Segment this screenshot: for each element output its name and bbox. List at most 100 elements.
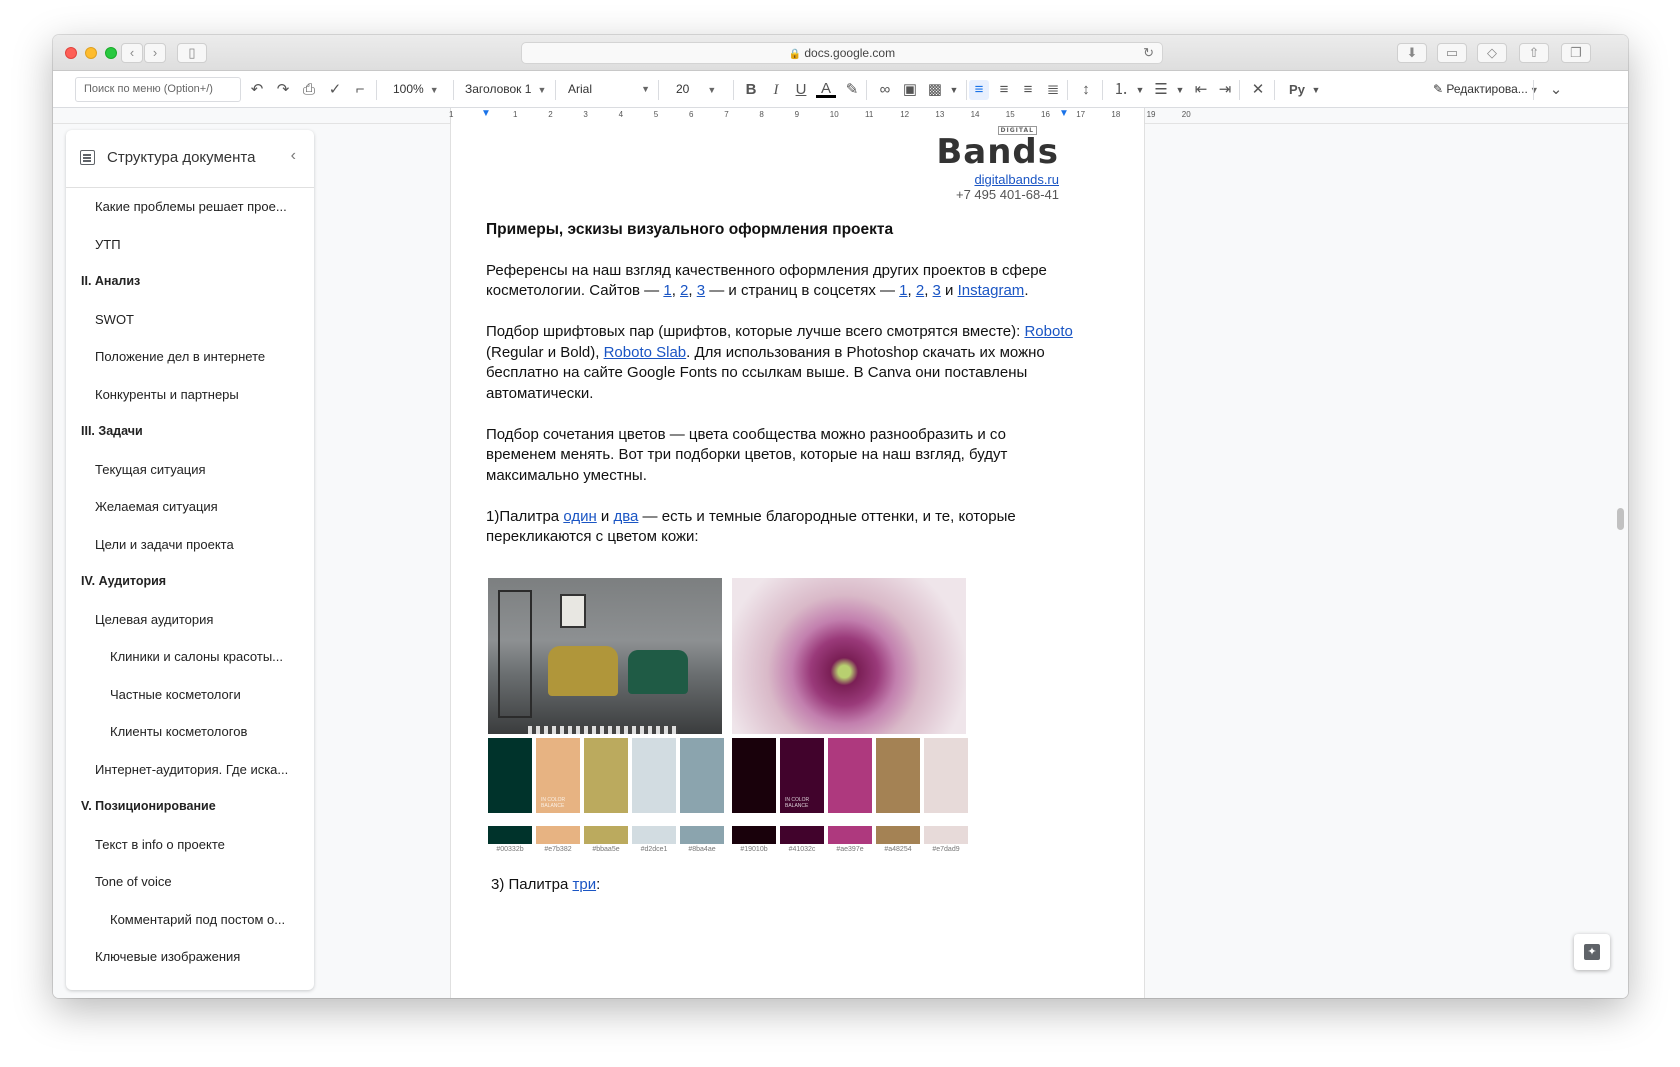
print-icon[interactable]: ⎙ [299, 80, 319, 100]
social-link-1[interactable]: 1 [899, 282, 907, 299]
chevron-left-icon[interactable]: ‹ [291, 147, 296, 165]
outline-item[interactable]: Частные косметологи [66, 676, 314, 714]
outline-item[interactable]: Текущая ситуация [66, 451, 314, 489]
undo-icon[interactable]: ↶ [247, 80, 267, 100]
ruler-number: 18 [1111, 110, 1121, 119]
palette-two-link[interactable]: два [613, 508, 638, 525]
align-left-icon[interactable]: ≡ [969, 80, 989, 100]
reader-icon[interactable]: ▭ [1437, 43, 1467, 63]
color-hex-label: #e7dad9 [932, 846, 960, 853]
zoom-window-button[interactable] [105, 47, 117, 59]
color-chip [924, 826, 968, 844]
outline-item[interactable]: SWOT [66, 301, 314, 339]
shield-icon[interactable]: ◇ [1477, 43, 1507, 63]
outline-item[interactable]: Цели и задачи проекта [66, 526, 314, 564]
align-justify-icon[interactable]: ≣ [1043, 80, 1063, 100]
paint-format-icon[interactable]: ⌐ [350, 80, 370, 100]
forward-button[interactable]: › [144, 43, 166, 63]
style-dropdown[interactable]: Заголовок 1 ▼ [465, 71, 546, 108]
scrollbar-thumb[interactable] [1617, 508, 1624, 530]
text: и [940, 282, 958, 299]
image-icon[interactable]: ▩ [925, 80, 945, 100]
sidebar-toggle-icon[interactable]: ▯ [177, 43, 207, 63]
left-indent-marker-icon[interactable]: ▼ [481, 108, 491, 119]
instagram-link[interactable]: Instagram [958, 282, 1025, 299]
chevron-down-icon[interactable]: ▼ [1130, 80, 1150, 100]
decrease-indent-icon[interactable]: ⇤ [1191, 80, 1211, 100]
link-icon[interactable]: ∞ [875, 80, 895, 100]
roboto-slab-link[interactable]: Roboto Slab [604, 344, 687, 361]
chevron-down-icon[interactable]: ▼ [1306, 80, 1326, 100]
outline-item[interactable]: Какие проблемы решает прое... [66, 188, 314, 226]
color-chip [584, 826, 628, 844]
outline-item[interactable]: Желаемая ситуация [66, 488, 314, 526]
color-hex-label: #8ba4ae [688, 846, 716, 853]
social-link-3[interactable]: 3 [933, 282, 941, 299]
outline-item[interactable]: Интернет-аудитория. Где иска... [66, 751, 314, 789]
minimize-window-button[interactable] [85, 47, 97, 59]
outline-item[interactable]: V. Позиционирование [66, 788, 314, 826]
outline-item[interactable]: Примеры, эскизы визуальн... [66, 976, 314, 991]
font-dropdown[interactable]: Arial ▼ [568, 71, 650, 108]
right-indent-marker-icon[interactable]: ▼ [1059, 108, 1069, 119]
redo-icon[interactable]: ↷ [273, 80, 293, 100]
font-size-dropdown[interactable]: 20 ▼ [676, 71, 716, 108]
underline-icon[interactable]: U [791, 80, 811, 100]
explore-button[interactable]: ✦ [1574, 934, 1610, 970]
menu-search-input[interactable]: Поиск по меню (Option+/) [75, 77, 241, 102]
back-button[interactable]: ‹ [121, 43, 143, 63]
collapse-menus-icon[interactable]: ⌄ [1546, 80, 1566, 100]
document-body[interactable]: Примеры, эскизы визуального оформления п… [486, 220, 1076, 568]
clear-formatting-icon[interactable]: ✕ [1248, 80, 1268, 100]
outline-item[interactable]: II. Анализ [66, 263, 314, 301]
downloads-icon[interactable]: ⬇ [1397, 43, 1427, 63]
chevron-down-icon[interactable]: ▼ [1170, 80, 1190, 100]
social-link-2[interactable]: 2 [916, 282, 924, 299]
outline-item[interactable]: Клиники и салоны красоты... [66, 638, 314, 676]
logo-wordmark: Bands [936, 132, 1059, 172]
outline-item[interactable]: Ключевые изображения [66, 938, 314, 976]
align-right-icon[interactable]: ≡ [1018, 80, 1038, 100]
outline-item[interactable]: III. Задачи [66, 413, 314, 451]
site-link-1[interactable]: 1 [663, 282, 671, 299]
spellcheck-icon[interactable]: ✓ [325, 80, 345, 100]
color-hex-label: #41032c [788, 846, 816, 853]
editing-mode-dropdown[interactable]: ✎ Редактирова... ▼ [1433, 71, 1539, 108]
outline-item[interactable]: Положение дел в интернете [66, 338, 314, 376]
reload-icon[interactable]: ↻ [1143, 43, 1154, 63]
italic-icon[interactable]: I [766, 80, 786, 100]
document-page[interactable]: DIGITAL Bands digitalbands.ru +7 495 401-… [450, 124, 1145, 998]
company-website-link[interactable]: digitalbands.ru [936, 172, 1059, 187]
outline-item[interactable]: Tone of voice [66, 863, 314, 901]
zoom-dropdown[interactable]: 100% ▼ [393, 71, 439, 108]
share-icon[interactable]: ⇧ [1519, 43, 1549, 63]
palette-one-link[interactable]: один [563, 508, 596, 525]
chevron-down-icon[interactable]: ▼ [944, 80, 964, 100]
align-center-icon[interactable]: ≡ [994, 80, 1014, 100]
outline-item[interactable]: Клиенты косметологов [66, 713, 314, 751]
address-bar[interactable]: 🔒 docs.google.com ↻ [521, 42, 1163, 64]
palette-three-link[interactable]: три [572, 876, 596, 893]
line-spacing-icon[interactable]: ↕ [1076, 80, 1096, 100]
ruler-number: 3 [583, 110, 588, 119]
increase-indent-icon[interactable]: ⇥ [1215, 80, 1235, 100]
numbered-list-icon[interactable]: ⒈ [1111, 80, 1131, 100]
outline-item[interactable]: Текст в info о проекте [66, 826, 314, 864]
zoom-value: 100% [393, 82, 424, 96]
outline-item[interactable]: IV. Аудитория [66, 563, 314, 601]
outline-item[interactable]: Конкуренты и партнеры [66, 376, 314, 414]
outline-item[interactable]: Комментарий под постом о... [66, 901, 314, 939]
roboto-link[interactable]: Roboto [1024, 323, 1072, 340]
comment-icon[interactable]: ▣ [900, 80, 920, 100]
outline-item[interactable]: УТП [66, 226, 314, 264]
tabs-overview-icon[interactable]: ❐ [1561, 43, 1591, 63]
bold-icon[interactable]: B [741, 80, 761, 100]
site-link-3[interactable]: 3 [697, 282, 705, 299]
ruler[interactable]: 1 1 2 3 4 5 6 7 8 9 10 11 12 13 14 15 16 17 18 19 20 ▼ ▼ [53, 108, 1628, 124]
highlight-icon[interactable]: ✎ [842, 80, 862, 100]
outline-item[interactable]: Целевая аудитория [66, 601, 314, 639]
bulleted-list-icon[interactable]: ☰ [1151, 80, 1171, 100]
chair-shape [628, 650, 688, 694]
close-window-button[interactable] [65, 47, 77, 59]
text-color-icon[interactable]: A [816, 80, 836, 98]
